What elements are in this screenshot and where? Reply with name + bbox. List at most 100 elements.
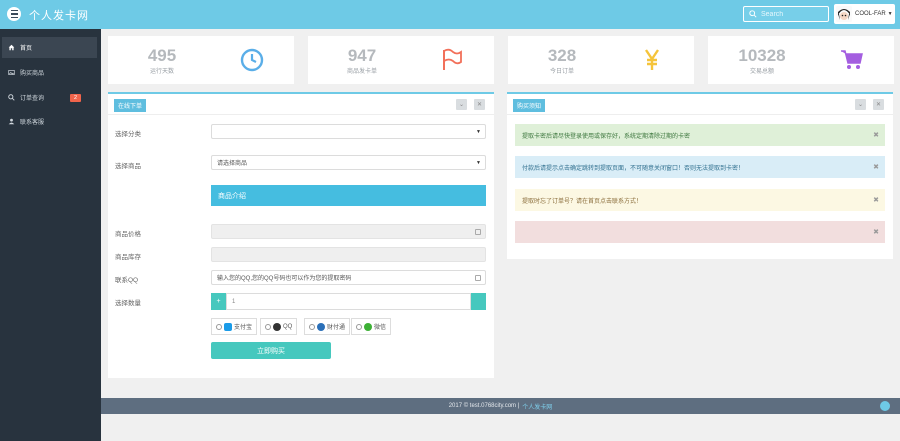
sidebar-item-label: 首页 [20, 46, 33, 52]
qq-input[interactable]: 输入您的QQ,您的QQ号码也可以作为您的提取密码 [211, 270, 486, 285]
category-label: 选择分类 [115, 131, 141, 138]
panel-title: 在线下单 [114, 99, 147, 112]
category-select[interactable]: ▼ [211, 124, 486, 139]
submit-button[interactable]: 立即购买 [211, 342, 331, 359]
notice-panel: 购买须知 ⌄ ✕ 提取卡密后请尽快登录使用或保存好，系统定期清除过期的卡密 ✖ … [507, 92, 893, 259]
stock-label: 商品库存 [115, 254, 141, 261]
sidebar-item-buy[interactable]: 购买商品 [2, 62, 97, 83]
user-icon [8, 118, 15, 125]
top-bar: 个人发卡网 COOL-FAR ▼ [0, 0, 900, 29]
cart-icon [841, 50, 863, 69]
sidebar-item-label: 订单查询 [20, 96, 45, 102]
collapse-icon[interactable]: ⌄ [855, 99, 866, 110]
copy-icon [475, 274, 481, 281]
wechat-icon [364, 322, 372, 331]
close-icon[interactable]: ✖ [873, 228, 879, 236]
chevron-down-icon: ▼ [476, 159, 481, 166]
flag-icon [443, 48, 462, 70]
close-icon[interactable]: ✕ [474, 99, 485, 110]
status-badge: 2 [69, 93, 81, 102]
pay-tenpay[interactable]: 财付通 [304, 318, 351, 335]
pay-qq[interactable]: QQ [260, 318, 298, 335]
stat-card-today-orders: 328 今日订单 [508, 36, 694, 84]
stat-card-total: 10328 交易总额 [708, 36, 894, 84]
product-value: 请选择商品 [217, 161, 248, 167]
search-icon [749, 10, 757, 18]
clock-icon [240, 48, 264, 72]
alert-text: 提取卡密后请尽快登录使用或保存好，系统定期清除过期的卡密 [522, 133, 691, 140]
pay-label: QQ [283, 323, 293, 330]
price-label: 商品价格 [115, 231, 141, 238]
price-field [211, 224, 486, 239]
qty-increase-button[interactable] [471, 293, 486, 310]
qty-input[interactable]: 1 [226, 293, 471, 310]
alert-success: 提取卡密后请尽快登录使用或保存好，系统定期清除过期的卡密 ✖ [515, 124, 885, 146]
close-icon[interactable]: ✖ [873, 131, 879, 139]
qty-label: 选择数量 [115, 300, 141, 307]
sidebar-item-home[interactable]: 首页 [2, 37, 97, 58]
search-input[interactable] [761, 10, 827, 18]
stat-value: 947 [347, 46, 377, 65]
stock-field [211, 247, 486, 262]
product-label: 选择商品 [115, 163, 141, 170]
search-box[interactable] [743, 6, 829, 22]
chevron-down-icon: ▼ [476, 128, 481, 135]
tenpay-icon [317, 322, 325, 331]
footer-copyright: 2017 © test.0768city.com | [448, 403, 520, 409]
alert-text: 提取时忘了订单号？请在首页点击联系方式！ [522, 198, 643, 205]
panel-title: 购买须知 [513, 99, 546, 112]
pay-wechat[interactable]: 微信 [351, 318, 392, 335]
radio-icon [356, 323, 362, 330]
stat-label: 运行天数 [149, 69, 174, 75]
chevron-down-icon: ▼ [887, 11, 893, 17]
radio-icon [265, 323, 271, 330]
close-icon[interactable]: ✖ [873, 196, 879, 204]
product-intro-button[interactable]: 商品介绍 [211, 185, 486, 206]
sidebar-item-order-query[interactable]: 订单查询 2 [2, 87, 97, 108]
stat-label: 交易总额 [749, 69, 774, 75]
sidebar-item-label: 购买商品 [20, 71, 45, 77]
search-icon [8, 94, 15, 101]
stat-label: 今日订单 [549, 69, 574, 75]
sidebar-item-label: 联系客服 [20, 120, 45, 126]
qty-decrease-button[interactable]: + [211, 293, 226, 310]
sidebar: 首页 购买商品 订单查询 2 联系客服 [0, 29, 101, 441]
yen-icon [645, 49, 659, 70]
alert-text: 付款后请提示点击确定跳转到提取页面，不可随意关闭窗口！否则无法提取到卡密！ [522, 165, 745, 172]
alipay-icon [224, 322, 232, 331]
pay-label: 财付通 [327, 325, 346, 331]
stat-card-cards: 947 商品发卡单 [308, 36, 494, 84]
radio-icon [216, 323, 222, 330]
order-panel: 在线下单 ⌄ ✕ 选择分类 ▼ 选择商品 请选择商品 ▼ 商品介绍 商品价格 商… [108, 92, 494, 378]
user-name: COOL-FAR [855, 11, 886, 17]
product-select[interactable]: 请选择商品 ▼ [211, 155, 486, 170]
pay-alipay[interactable]: 支付宝 [211, 318, 258, 335]
home-icon [8, 44, 15, 51]
qq-icon [273, 322, 281, 331]
alert-danger: ✖ [515, 221, 885, 243]
brand-title[interactable]: 个人发卡网 [29, 7, 89, 23]
alert-info: 付款后请提示点击确定跳转到提取页面，不可随意关闭窗口！否则无法提取到卡密！ ✖ [515, 156, 885, 178]
close-icon[interactable]: ✕ [873, 99, 884, 110]
hamburger-menu-icon[interactable] [7, 7, 21, 21]
image-icon [8, 69, 15, 76]
footer: 2017 © test.0768city.com | 个人发卡网 [101, 398, 900, 414]
close-icon[interactable]: ✖ [873, 163, 879, 171]
copy-icon [475, 228, 481, 235]
panel-header: 购买须知 ⌄ ✕ [507, 94, 893, 115]
stat-value: 10328 [738, 46, 786, 65]
stat-label: 商品发卡单 [346, 69, 377, 75]
pay-label: 支付宝 [234, 325, 253, 331]
back-to-top-icon[interactable] [880, 401, 890, 411]
qq-label: 联系QQ [115, 277, 139, 284]
qq-placeholder: 输入您的QQ,您的QQ号码也可以作为您的提取密码 [217, 276, 352, 282]
collapse-icon[interactable]: ⌄ [456, 99, 467, 110]
user-menu[interactable]: COOL-FAR ▼ [834, 4, 895, 24]
footer-link[interactable]: 个人发卡网 [522, 402, 552, 411]
radio-icon [309, 323, 315, 330]
alert-warning: 提取时忘了订单号？请在首页点击联系方式！ ✖ [515, 189, 885, 211]
pay-label: 微信 [374, 325, 387, 331]
stat-value: 495 [147, 46, 177, 65]
sidebar-item-contact[interactable]: 联系客服 [2, 111, 97, 132]
avatar [836, 6, 852, 22]
